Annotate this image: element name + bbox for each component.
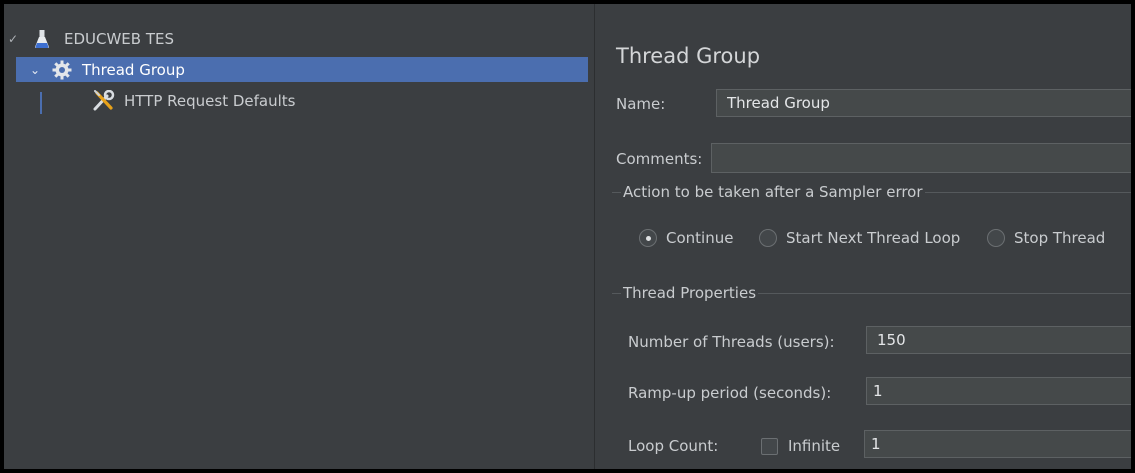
start-next-loop-radio[interactable] xyxy=(759,229,777,247)
chevron-down-icon[interactable]: ⌄ xyxy=(28,63,42,77)
infinite-label[interactable]: Infinite xyxy=(788,437,840,455)
gear-icon xyxy=(52,60,72,80)
start-next-loop-label[interactable]: Start Next Thread Loop xyxy=(786,229,960,247)
infinite-checkbox[interactable] xyxy=(761,438,778,455)
thread-properties-legend: Thread Properties xyxy=(621,284,759,302)
test-plan-tree: ✓ EDUCWEB TES ⌄ Thread Group HTTP Reques… xyxy=(4,4,594,469)
tree-label-http-defaults: HTTP Request Defaults xyxy=(124,91,296,110)
chevron-down-icon[interactable]: ✓ xyxy=(6,32,20,46)
continue-radio[interactable] xyxy=(639,229,657,247)
comments-label: Comments: xyxy=(616,150,703,168)
comments-input[interactable] xyxy=(711,143,1131,173)
threads-label: Number of Threads (users): xyxy=(628,333,835,351)
wrench-screwdriver-icon xyxy=(92,89,116,112)
tree-label-test-plan: EDUCWEB TES xyxy=(64,29,175,48)
tree-node-test-plan[interactable]: ✓ EDUCWEB TES xyxy=(4,26,594,51)
flask-icon xyxy=(34,29,50,49)
loop-count-label: Loop Count: xyxy=(628,437,719,455)
continue-label[interactable]: Continue xyxy=(666,229,733,247)
tree-node-http-defaults[interactable]: HTTP Request Defaults xyxy=(4,88,594,113)
tree-label-thread-group: Thread Group xyxy=(82,60,185,79)
name-input[interactable] xyxy=(716,89,1131,117)
rampup-label: Ramp-up period (seconds): xyxy=(628,384,832,402)
loop-count-input[interactable] xyxy=(864,430,1131,458)
name-label: Name: xyxy=(616,95,666,113)
panel-title: Thread Group xyxy=(616,44,761,68)
sampler-error-legend: Action to be taken after a Sampler error xyxy=(621,183,925,201)
stop-thread-radio[interactable] xyxy=(987,229,1005,247)
rampup-input[interactable] xyxy=(866,377,1131,405)
stop-thread-label[interactable]: Stop Thread xyxy=(1014,229,1105,247)
jmeter-window: ✓ EDUCWEB TES ⌄ Thread Group HTTP Reques… xyxy=(4,4,1131,469)
thread-group-editor: Thread Group Name: Comments: Action to b… xyxy=(602,4,1131,469)
threads-input[interactable] xyxy=(866,326,1131,354)
tree-node-thread-group[interactable]: ⌄ Thread Group xyxy=(16,57,588,82)
